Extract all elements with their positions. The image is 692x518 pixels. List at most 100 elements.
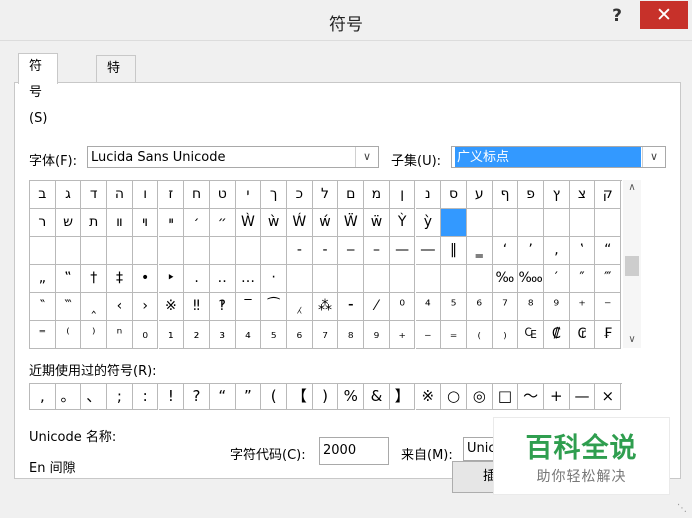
symbol-cell[interactable]: ⁄ <box>364 293 390 321</box>
symbol-cell[interactable]: Ỳ <box>389 209 416 237</box>
symbol-cell[interactable]: ₋ <box>415 321 442 349</box>
symbol-cell[interactable]: ש <box>55 209 82 237</box>
symbol-cell[interactable]: ײ <box>158 209 185 237</box>
recent-symbol-cell[interactable]: & <box>364 384 390 410</box>
recent-symbol-cell[interactable]: 、 <box>81 384 108 410</box>
symbol-cell[interactable] <box>466 265 493 293</box>
symbol-cell[interactable] <box>30 237 56 265</box>
symbol-cell[interactable]: ‱ <box>518 265 544 293</box>
symbol-cell[interactable]: ₠ <box>518 321 544 349</box>
recent-symbol-cell[interactable]: 。 <box>55 384 82 410</box>
recent-symbol-cell[interactable]: + <box>544 384 570 410</box>
symbol-cell[interactable]: ₢ <box>569 321 596 349</box>
symbol-cell[interactable] <box>132 237 159 265</box>
symbol-cell[interactable] <box>364 265 390 293</box>
symbol-cell[interactable]: ’ <box>518 237 544 265</box>
symbol-cell[interactable]: ⁃ <box>338 293 365 321</box>
symbol-cell[interactable] <box>261 237 287 265</box>
symbol-cell[interactable]: ₈ <box>338 321 365 349</box>
symbol-cell[interactable]: ב <box>30 181 56 209</box>
recent-symbol-cell[interactable]: % <box>338 384 365 410</box>
symbol-cell[interactable]: ‗ <box>466 237 493 265</box>
symbol-cell[interactable]: ץ <box>544 181 570 209</box>
symbol-cell[interactable]: ₊ <box>389 321 416 349</box>
recent-symbol-cell[interactable]: ; <box>107 384 133 410</box>
symbol-cell[interactable]: ק <box>595 181 622 209</box>
symbol-cell[interactable] <box>569 209 596 237</box>
recent-symbol-cell[interactable]: ” <box>235 384 262 410</box>
recent-symbol-cell[interactable]: 】 <box>389 384 416 410</box>
subset-dropdown[interactable]: 广义标点 ∨ <box>451 146 666 168</box>
symbol-cell[interactable]: › <box>132 293 159 321</box>
symbol-cell[interactable]: ‖ <box>441 237 467 265</box>
symbol-cell[interactable] <box>81 237 108 265</box>
symbol-cell[interactable]: ‴ <box>595 265 622 293</box>
symbol-cell[interactable]: ₍ <box>466 321 493 349</box>
symbol-cell[interactable] <box>235 237 262 265</box>
symbol-cell[interactable]: Ẃ <box>287 209 313 237</box>
symbol-cell[interactable]: ₃ <box>209 321 236 349</box>
font-dropdown[interactable]: Lucida Sans Unicode ∨ <box>87 146 379 168</box>
symbol-cell[interactable]: ₇ <box>312 321 339 349</box>
symbol-cell[interactable]: ₅ <box>261 321 287 349</box>
tab-symbols[interactable]: 符号(S) <box>18 53 59 126</box>
close-button[interactable]: ✕ <box>640 1 688 29</box>
symbol-cell[interactable]: „ <box>30 265 56 293</box>
symbol-cell[interactable]: ⁶ <box>466 293 493 321</box>
scroll-thumb[interactable] <box>625 256 639 276</box>
symbol-cell[interactable]: ․ <box>184 265 210 293</box>
recent-symbol-cell[interactable]: ? <box>184 384 210 410</box>
recent-symbol-cell[interactable]: ※ <box>415 384 442 410</box>
symbol-cell[interactable]: ך <box>261 181 287 209</box>
symbol-cell[interactable]: ‛ <box>569 237 596 265</box>
symbol-cell[interactable]: ‶ <box>30 293 56 321</box>
symbol-cell[interactable]: ‒ <box>338 237 365 265</box>
symbol-cell[interactable] <box>209 237 236 265</box>
char-code-input[interactable]: 2000 <box>319 437 389 465</box>
symbol-cell[interactable]: ם <box>338 181 365 209</box>
symbol-cell[interactable]: ד <box>81 181 108 209</box>
symbol-cell[interactable]: ⁂ <box>312 293 339 321</box>
resize-grip-icon[interactable]: ⋱ <box>677 503 689 515</box>
symbol-cell[interactable]: ₄ <box>235 321 262 349</box>
symbol-cell[interactable]: ל <box>312 181 339 209</box>
symbol-cell[interactable]: צ <box>569 181 596 209</box>
symbol-cell[interactable]: ₣ <box>595 321 622 349</box>
symbol-cell[interactable]: – <box>364 237 390 265</box>
symbol-cell[interactable]: ″ <box>569 265 596 293</box>
recent-symbol-cell[interactable]: ! <box>158 384 185 410</box>
symbol-cell[interactable]: ף <box>492 181 519 209</box>
symbol-cell[interactable]: ‟ <box>55 265 82 293</box>
recent-symbol-cell[interactable]: × <box>595 384 622 410</box>
symbol-cell[interactable] <box>441 265 467 293</box>
recent-symbol-cell[interactable]: — <box>569 384 596 410</box>
symbol-cell[interactable]: ‚ <box>544 237 570 265</box>
symbol-cell[interactable]: ‣ <box>158 265 185 293</box>
symbol-cell[interactable]: ױ <box>132 209 159 237</box>
symbol-cell[interactable]: ⁀ <box>261 293 287 321</box>
tab-special-characters[interactable]: 特殊字符(P) <box>96 55 136 180</box>
symbol-cell[interactable]: ‧ <box>261 265 287 293</box>
symbol-cell[interactable] <box>544 209 570 237</box>
symbol-cell[interactable] <box>338 265 365 293</box>
symbol-cell[interactable]: ỳ <box>415 209 442 237</box>
symbol-cell[interactable]: … <box>235 265 262 293</box>
symbol-cell[interactable]: ⁼ <box>30 321 56 349</box>
symbol-cell[interactable] <box>415 265 442 293</box>
recent-symbol-cell[interactable]: ◎ <box>466 384 493 410</box>
symbol-cell[interactable]: ※ <box>158 293 185 321</box>
symbol-cell[interactable] <box>55 237 82 265</box>
symbol-cell[interactable]: ר <box>30 209 56 237</box>
symbol-cell[interactable]: ― <box>415 237 442 265</box>
symbol-cell[interactable] <box>184 237 210 265</box>
symbol-cell[interactable]: ן <box>389 181 416 209</box>
symbol-cell[interactable]: ₎ <box>492 321 519 349</box>
symbol-cell[interactable] <box>595 209 622 237</box>
symbol-cell[interactable]: ‑ <box>312 237 339 265</box>
symbol-cell[interactable]: ⁺ <box>569 293 596 321</box>
symbol-cell[interactable]: ה <box>107 181 133 209</box>
symbol-cell[interactable]: ₡ <box>544 321 570 349</box>
symbol-cell[interactable]: ⁻ <box>595 293 622 321</box>
symbol-cell[interactable]: ⁵ <box>441 293 467 321</box>
symbol-cell[interactable]: ‐ <box>287 237 313 265</box>
